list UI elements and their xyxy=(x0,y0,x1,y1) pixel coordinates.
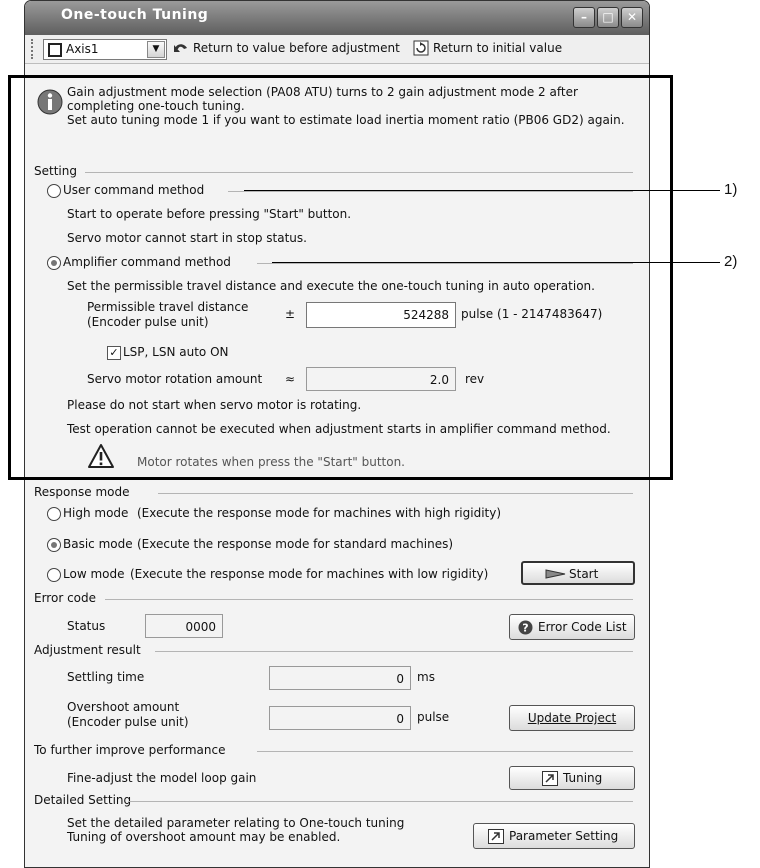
error-code-list-label: Error Code List xyxy=(538,620,627,634)
response-mode-divider xyxy=(158,493,633,494)
axis-icon xyxy=(48,43,62,57)
axis-value: Axis1 xyxy=(66,42,99,56)
axis-select[interactable]: Axis1 ▼ xyxy=(43,39,167,60)
overshoot-unit: pulse xyxy=(417,710,450,724)
detailed-line-2: Tuning of overshoot amount may be enable… xyxy=(67,830,341,844)
detailed-setting-divider xyxy=(129,801,633,802)
settling-time-label: Settling time xyxy=(67,670,145,684)
overshoot-label: Overshoot amount (Encoder pulse unit) xyxy=(67,700,189,730)
callout-1-label: 1) xyxy=(724,181,738,198)
start-button[interactable]: Start xyxy=(521,561,635,585)
play-arrow-icon xyxy=(545,569,566,579)
help-icon: ? xyxy=(518,620,533,635)
toolbar: Axis1 ▼ Return to value before adjustmen… xyxy=(25,35,649,64)
open-window-icon xyxy=(542,771,558,786)
high-mode-radio[interactable] xyxy=(47,507,61,521)
improve-performance-divider xyxy=(257,751,633,752)
toolbar-grip[interactable] xyxy=(31,39,36,59)
high-mode-desc: (Execute the response mode for machines … xyxy=(137,506,502,520)
error-code-divider xyxy=(105,599,633,600)
status-field: 0000 xyxy=(145,614,223,638)
adjustment-result-divider xyxy=(155,651,633,652)
return-initial-button[interactable]: Return to initial value xyxy=(411,37,581,59)
detailed-line-1: Set the detailed parameter relating to O… xyxy=(67,816,405,830)
undo-arrow-icon xyxy=(174,44,187,52)
start-button-label: Start xyxy=(569,567,599,581)
basic-mode-label: Basic mode xyxy=(63,537,133,551)
return-adjust-label: Return to value before adjustment xyxy=(193,41,400,55)
close-icon: ✕ xyxy=(626,10,638,24)
low-mode-label: Low mode xyxy=(63,567,125,581)
minimize-icon: – xyxy=(581,10,587,24)
error-code-list-button[interactable]: ? Error Code List xyxy=(509,614,635,640)
response-mode-label: Response mode xyxy=(34,485,130,499)
parameter-setting-button[interactable]: Parameter Setting xyxy=(473,823,635,849)
adjustment-result-label: Adjustment result xyxy=(34,643,141,657)
callout-2-label: 2) xyxy=(724,253,738,270)
setting-highlight-frame xyxy=(8,75,673,480)
low-mode-radio[interactable] xyxy=(47,568,61,582)
low-mode-desc: (Execute the response mode for machines … xyxy=(130,567,489,581)
settling-time-field: 0 xyxy=(269,666,411,690)
title-bar: One-touch Tuning – □ ✕ xyxy=(25,1,649,35)
high-mode-label: High mode xyxy=(63,506,129,520)
close-button[interactable]: ✕ xyxy=(621,7,643,28)
overshoot-label-line-1: Overshoot amount xyxy=(67,700,180,714)
return-adjust-button[interactable]: Return to value before adjustment xyxy=(171,37,400,59)
maximize-icon: □ xyxy=(602,10,614,24)
fine-adjust-label: Fine-adjust the model loop gain xyxy=(67,771,257,785)
tuning-button-label: Tuning xyxy=(563,771,603,785)
callout-2-line xyxy=(272,262,720,263)
basic-mode-radio[interactable] xyxy=(47,538,61,552)
minimize-button[interactable]: – xyxy=(573,7,595,28)
maximize-button[interactable]: □ xyxy=(597,7,619,28)
improve-performance-label: To further improve performance xyxy=(34,743,226,757)
svg-text:?: ? xyxy=(522,622,528,635)
settling-time-unit: ms xyxy=(417,670,435,684)
detailed-setting-label: Detailed Setting xyxy=(34,793,132,807)
status-label: Status xyxy=(67,619,106,633)
reset-icon xyxy=(413,40,429,56)
detailed-setting-desc: Set the detailed parameter relating to O… xyxy=(67,816,404,844)
overshoot-field: 0 xyxy=(269,706,411,730)
overshoot-label-line-2: (Encoder pulse unit) xyxy=(67,715,189,729)
update-project-button[interactable]: Update Project xyxy=(509,705,635,731)
window-title: One-touch Tuning xyxy=(61,7,209,23)
callout-1-line xyxy=(244,190,720,191)
basic-mode-desc: (Execute the response mode for standard … xyxy=(137,537,454,551)
error-code-label: Error code xyxy=(34,591,97,605)
open-window-icon xyxy=(488,829,504,844)
chevron-down-icon[interactable]: ▼ xyxy=(147,41,165,58)
parameter-setting-label: Parameter Setting xyxy=(509,829,619,843)
return-initial-label: Return to initial value xyxy=(433,41,563,55)
tuning-button[interactable]: Tuning xyxy=(509,766,635,790)
